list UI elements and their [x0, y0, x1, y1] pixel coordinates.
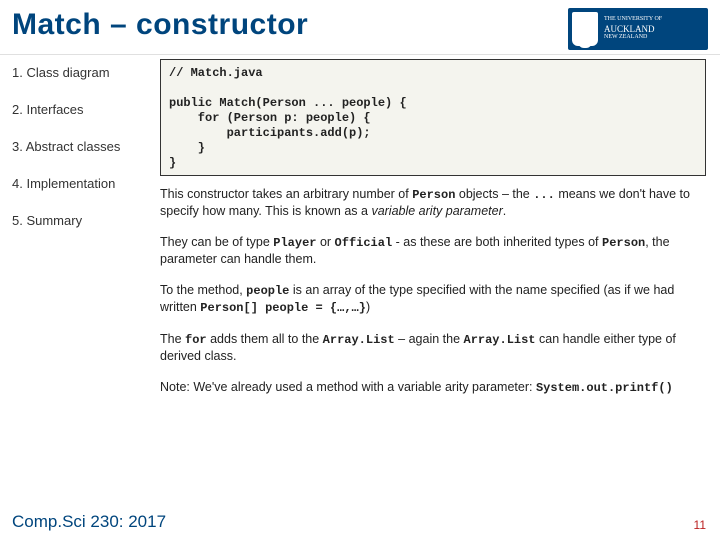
text: – again the [395, 332, 464, 346]
code-inline: System.out.printf() [536, 381, 673, 395]
text: . [503, 204, 506, 218]
paragraph-2: They can be of type Player or Official -… [160, 234, 706, 268]
outline-item: 4. Implementation [12, 176, 152, 191]
code-inline: Array.List [464, 333, 536, 347]
text: or [316, 235, 334, 249]
text: objects – the [455, 187, 533, 201]
code-inline: Person [602, 236, 645, 250]
paragraph-4: The for adds them all to the Array.List … [160, 331, 706, 365]
outline-item: 5. Summary [12, 213, 152, 228]
text: - as these are both inherited types of [392, 235, 602, 249]
text: ) [366, 300, 370, 314]
page-number: 11 [694, 518, 706, 532]
code-inline: for [185, 333, 207, 347]
crest-icon [572, 12, 598, 46]
university-logo: THE UNIVERSITY OF AUCKLAND NEW ZEALAND [568, 8, 708, 50]
code-inline: ... [533, 188, 555, 202]
slide-header: Match – constructor THE UNIVERSITY OF AU… [0, 0, 720, 55]
text: The [160, 332, 185, 346]
emphasis: variable arity parameter [371, 204, 502, 218]
text: They can be of type [160, 235, 273, 249]
code-inline: Array.List [323, 333, 395, 347]
logo-line1: THE UNIVERSITY OF [604, 16, 662, 22]
text: To the method, [160, 283, 246, 297]
code-inline: Player [273, 236, 316, 250]
main-content: // Match.java public Match(Person ... pe… [160, 55, 720, 410]
code-inline: Person [412, 188, 455, 202]
paragraph-5: Note: We've already used a method with a… [160, 379, 706, 396]
outline-sidebar: 1. Class diagram 2. Interfaces 3. Abstra… [0, 55, 160, 410]
paragraph-3: To the method, people is an array of the… [160, 282, 706, 316]
outline-item: 3. Abstract classes [12, 139, 152, 154]
logo-line2: AUCKLAND [604, 24, 662, 35]
code-block: // Match.java public Match(Person ... pe… [160, 59, 706, 176]
paragraph-1: This constructor takes an arbitrary numb… [160, 186, 706, 220]
outline-item: 1. Class diagram [12, 65, 152, 80]
code-inline: Person[] people = {…,…} [200, 301, 366, 315]
logo-text: THE UNIVERSITY OF AUCKLAND NEW ZEALAND [604, 16, 662, 41]
text: Note: We've already used a method with a… [160, 380, 536, 394]
logo-line3: NEW ZEALAND [604, 34, 647, 40]
text: This constructor takes an arbitrary numb… [160, 187, 412, 201]
course-footer: Comp.Sci 230: 2017 [12, 512, 166, 532]
text: adds them all to the [207, 332, 323, 346]
code-inline: people [246, 284, 289, 298]
slide-title: Match – constructor [12, 8, 568, 42]
code-inline: Official [335, 236, 393, 250]
outline-item: 2. Interfaces [12, 102, 152, 117]
slide-body: 1. Class diagram 2. Interfaces 3. Abstra… [0, 55, 720, 410]
